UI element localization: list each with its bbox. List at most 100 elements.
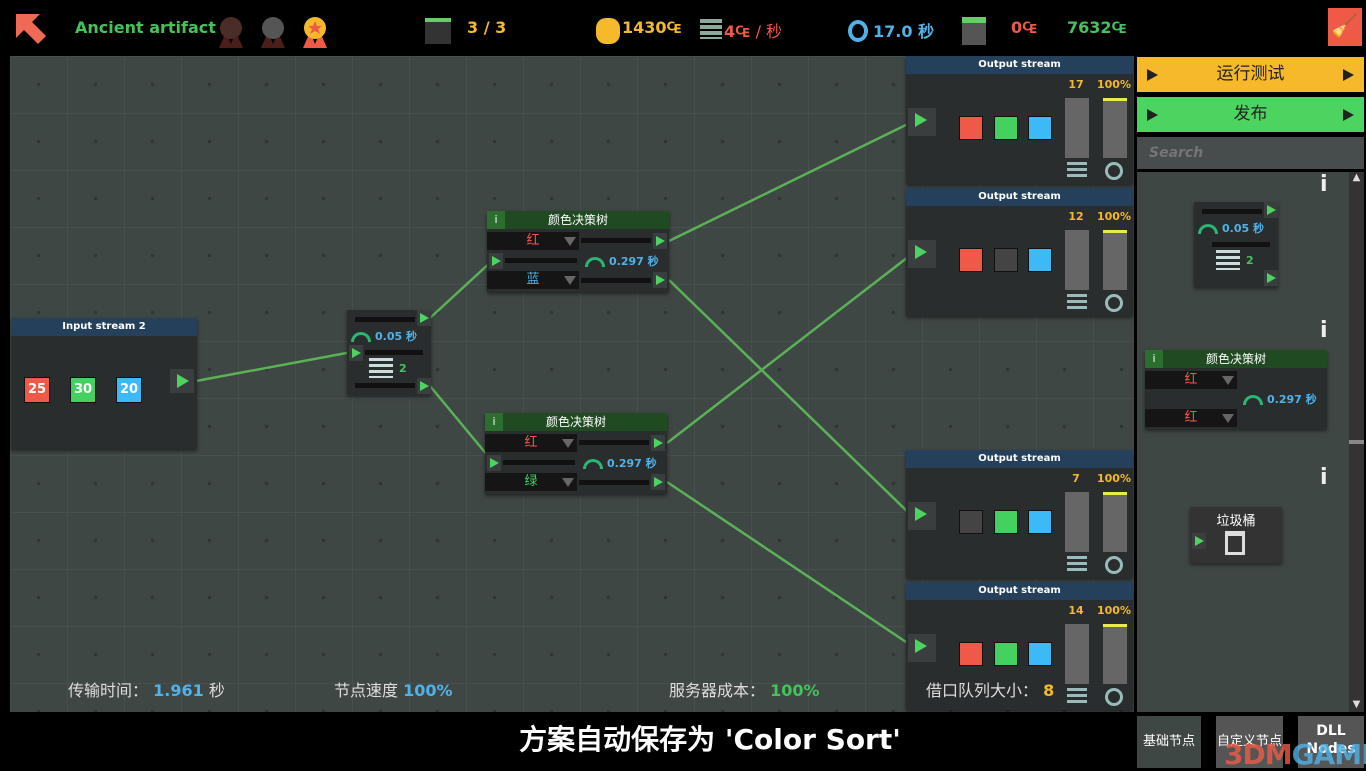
info-badge[interactable]: i [487,211,505,229]
output-port-bottom[interactable] [651,474,665,490]
top-color-select[interactable]: 红 [487,232,579,250]
node-speed-label: 节点速度 [334,681,399,700]
decision-tree-node-2[interactable]: 颜色决策树 i 红 绿 0.297 秒 [485,413,667,494]
splitter-speed: 0.05 秒 [351,328,417,344]
scroll-down-arrow[interactable]: ▼ [1349,699,1364,710]
percent-column [1103,230,1127,290]
server-cost: 服务器成本： 100% [669,677,820,701]
scroll-up-arrow[interactable]: ▲ [1349,172,1364,183]
count-label: 14 [1068,604,1084,617]
input-port[interactable] [487,455,501,471]
node-title: Output stream [906,56,1133,74]
output-stream-node[interactable]: Output stream 17 100% [906,56,1133,184]
gauge-icon [585,257,605,267]
run-test-button[interactable]: 运行测试 [1137,57,1364,92]
info-badge[interactable]: i [485,413,503,431]
tree-speed-value: 0.297 秒 [609,255,659,268]
wire [429,259,494,319]
output-port-top[interactable] [653,233,667,249]
percent-label: 100% [1097,210,1131,223]
info-icon[interactable]: i [1320,172,1328,197]
tree-speed: 0.297 秒 [585,253,659,269]
red-count: 25 [24,377,50,403]
queue-value: 8 [1043,681,1055,700]
input-port[interactable] [908,108,936,136]
queue-icon [369,358,393,378]
scrollbar[interactable]: ▲ ▼ [1349,172,1364,712]
output-port-1 [1264,202,1278,218]
output-port-bottom[interactable] [653,272,667,288]
input-port [1192,533,1206,549]
trash-title: 垃圾桶 [1216,514,1256,529]
count-label: 17 [1068,78,1084,91]
target-icon [1105,688,1123,706]
input-stream-node[interactable]: Input stream 2 25 30 20 [11,318,197,449]
output-port-top[interactable] [651,435,665,451]
node-speed-value: 100% [403,681,453,700]
palette-trash-node[interactable]: 垃圾桶 [1190,507,1282,563]
color-square [1028,116,1052,140]
transfer-unit: 秒 [208,681,225,700]
count-column [1065,98,1089,158]
green-count: 30 [70,377,96,403]
top-color-select[interactable]: 红 [485,434,577,452]
tab-basic-nodes[interactable]: 基础节点 [1137,716,1201,768]
output-port-1[interactable] [417,310,431,326]
count-label: 7 [1072,472,1080,485]
count-column [1065,624,1089,684]
wire [666,480,913,648]
node-title: Output stream [906,188,1133,206]
input-port[interactable] [489,253,503,269]
info-icon[interactable]: i [1320,465,1328,490]
percent-column [1103,624,1127,684]
node-title: Output stream [906,450,1133,468]
count-label: 12 [1068,210,1084,223]
bottom-color-select[interactable]: 绿 [485,473,577,491]
splitter-speed-value: 0.05 秒 [375,330,417,343]
percent-column [1103,492,1127,552]
scroll-thumb[interactable] [1349,440,1364,444]
input-port[interactable] [908,240,936,268]
color-square [959,116,983,140]
splitter-speed-value: 0.05 秒 [1222,222,1264,235]
top-color-select: 红 [1145,371,1237,389]
output-stream-node[interactable]: Output stream 7 100% [906,450,1133,578]
target-icon [1105,294,1123,312]
queue-size: 借口队列大小： 8 [926,677,1054,701]
input-port[interactable] [349,345,363,361]
blue-count: 20 [116,377,142,403]
info-icon[interactable]: i [1320,318,1328,343]
node-title: 颜色决策树 [1145,350,1327,368]
gauge-icon [1198,224,1218,234]
input-port[interactable] [908,502,936,530]
bottom-color-select[interactable]: 蓝 [487,271,579,289]
transfer-label: 传输时间： [68,681,149,700]
node-speed: 节点速度 100% [334,677,453,701]
splitter-node[interactable]: 0.05 秒 2 [347,310,431,395]
input-port[interactable] [908,634,936,662]
transfer-value: 1.961 [153,681,204,700]
color-square [959,642,983,666]
gauge-icon [1243,395,1263,405]
count-column [1065,230,1089,290]
wire [668,279,913,517]
tree-speed-value: 0.297 秒 [1267,393,1317,406]
tree-speed: 0.297 秒 [583,455,657,471]
output-port-2[interactable] [417,378,431,394]
queue-label: 借口队列大小： [926,681,1039,700]
publish-button[interactable]: 发布 [1137,97,1364,132]
color-square [1028,510,1052,534]
output-port[interactable] [170,369,194,393]
count-column [1065,492,1089,552]
target-icon [1105,162,1123,180]
target-icon [1105,556,1123,574]
color-square [1028,248,1052,272]
palette-decision-tree-node[interactable]: 颜色决策树 i 红 红 0.297 秒 [1145,350,1327,429]
wire [195,350,353,383]
server-cost-label: 服务器成本： [669,681,766,700]
palette-splitter-node[interactable]: 0.05 秒 2 [1194,202,1278,287]
output-stream-node[interactable]: Output stream 12 100% [906,188,1133,316]
layers-icon [1067,556,1087,572]
decision-tree-node-1[interactable]: 颜色决策树 i 红 蓝 0.297 秒 [487,211,669,292]
search-input[interactable] [1137,137,1364,169]
